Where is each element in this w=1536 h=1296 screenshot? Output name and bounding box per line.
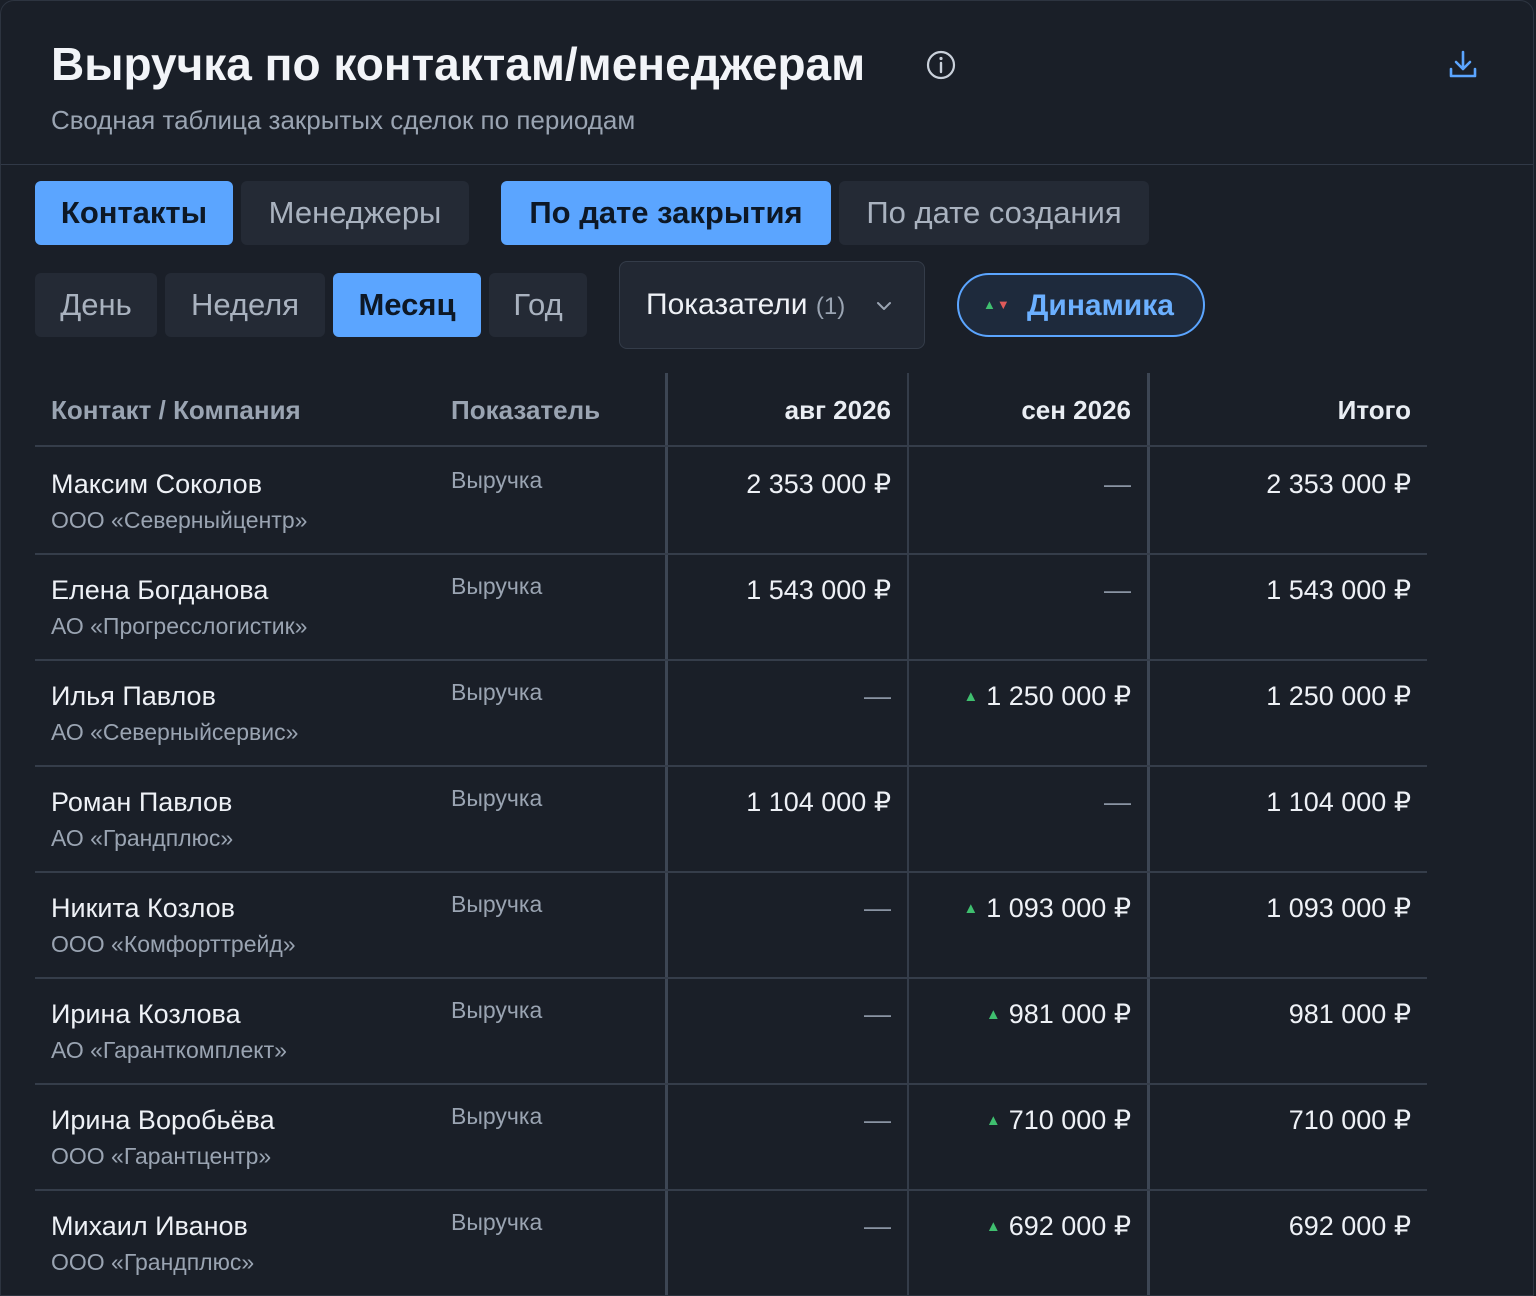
cell-total: 1 104 000 ₽ (1266, 787, 1411, 817)
cell-total: 1 093 000 ₽ (1266, 893, 1411, 923)
cell-aug: — (864, 681, 891, 711)
table-row[interactable]: Ирина Воробьёва ООО «Гарантцентр» Выручка —… (35, 1083, 1427, 1191)
cell-sep: — (1104, 785, 1131, 819)
contact-name: Никита Козлов (51, 893, 235, 923)
contact-name: Максим Соколов (51, 469, 263, 499)
cell-sep-value: 1 093 000 ₽ (986, 893, 1131, 923)
download-icon[interactable] (1445, 47, 1481, 83)
cell-sep-value: 981 000 ₽ (1008, 999, 1131, 1029)
period-year[interactable]: Год (489, 273, 587, 337)
cell-total: 710 000 ₽ (1288, 1105, 1411, 1135)
cell-aug: — (864, 999, 891, 1029)
tab-by-close-date[interactable]: По дате закрытия (501, 181, 831, 245)
metric-name: Выручка (451, 573, 543, 599)
tab-contacts[interactable]: Контакты (35, 181, 233, 245)
trend-up-icon: ▲ (963, 900, 979, 917)
trend-up-icon: ▲ (985, 1112, 1001, 1129)
company-name: АО «Северныйсервис» (51, 719, 299, 745)
metric-name: Выручка (451, 679, 543, 705)
dynamics-toggle[interactable]: ▲▼ Динамика (957, 273, 1205, 337)
trend-up-icon: ▲ (985, 1218, 1001, 1235)
company-name: ООО «Комфорттрейд» (51, 931, 296, 957)
cell-total: 981 000 ₽ (1288, 999, 1411, 1029)
contact-name: Илья Павлов (51, 681, 216, 711)
page-subtitle: Сводная таблица закрытых сделок по перио… (51, 105, 636, 135)
cell-sep: — (1104, 573, 1131, 607)
cell-aug: — (864, 1105, 891, 1135)
contact-name: Ирина Козлова (51, 999, 241, 1029)
cell-sep: ▲ 1 250 000 ₽ (963, 679, 1131, 714)
cell-sep: ▲ 692 000 ₽ (986, 1209, 1131, 1244)
chevron-down-icon (877, 302, 891, 310)
cell-aug: 1 104 000 ₽ (746, 787, 891, 817)
table-row[interactable]: Роман Павлов АО «Грандплюс» Выручка 1 104 0… (35, 765, 1427, 873)
table-row[interactable]: Ирина Козлова АО «Гаранткомплект» Выручка —… (35, 977, 1427, 1085)
period-day[interactable]: День (35, 273, 157, 337)
column-header-contact[interactable]: Контакт / Компания (51, 393, 301, 427)
cell-aug: 1 543 000 ₽ (746, 575, 891, 605)
table-row[interactable]: Елена Богданова АО «Прогресслогистик» Выру… (35, 553, 1427, 661)
metric-name: Выручка (451, 1103, 543, 1129)
metric-name: Выручка (451, 785, 543, 811)
trend-up-icon: ▲ (985, 1006, 1001, 1023)
table-row[interactable]: Максим Соколов ООО «Северныйцентр» Выручка… (35, 447, 1427, 555)
company-name: АО «Прогресслогистик» (51, 613, 308, 639)
contact-name: Елена Богданова (51, 575, 269, 605)
cell-aug: — (864, 893, 891, 923)
revenue-panel: Выручка по контактам/менеджерам Сводная … (0, 0, 1534, 1296)
cell-total: 1 250 000 ₽ (1266, 681, 1411, 711)
cell-sep-value: 1 250 000 ₽ (986, 681, 1131, 711)
metrics-count: (1) (815, 293, 846, 320)
metrics-dropdown[interactable]: Показатели (1) (619, 261, 925, 349)
trend-up-icon: ▲ (963, 688, 979, 705)
cell-total: 1 543 000 ₽ (1266, 575, 1411, 605)
metric-name: Выручка (451, 1209, 543, 1235)
metric-name: Выручка (451, 997, 543, 1023)
metric-name: Выручка (451, 891, 543, 917)
contact-name: Ирина Воробьёва (51, 1105, 275, 1135)
company-name: АО «Грандплюс» (51, 825, 234, 851)
cell-sep: ▲ 1 093 000 ₽ (963, 891, 1131, 926)
table-row[interactable]: Илья Павлов АО «Северныйсервис» Выручка — ▲ 1… (35, 659, 1427, 767)
cell-sep-value: 692 000 ₽ (1008, 1211, 1131, 1241)
cell-sep: — (1104, 467, 1131, 501)
company-name: ООО «Гарантцентр» (51, 1143, 272, 1169)
company-name: ООО «Грандплюс» (51, 1249, 255, 1275)
tab-managers[interactable]: Менеджеры (241, 181, 469, 245)
info-circle-icon[interactable] (925, 49, 957, 81)
cell-total: 692 000 ₽ (1288, 1211, 1411, 1241)
column-header-aug[interactable]: авг 2026 (785, 393, 891, 427)
page-title: Выручка по контактам/менеджерам (51, 38, 866, 90)
table-row[interactable]: Михаил Иванов ООО «Грандплюс» Выручка — ▲ 692… (35, 1189, 1427, 1295)
column-header-total[interactable]: Итого (1338, 393, 1411, 427)
panel-header: Выручка по контактам/менеджерам Сводная … (1, 1, 1533, 165)
dynamics-label: Динамика (1027, 289, 1174, 322)
company-name: ООО «Северныйцентр» (51, 507, 308, 533)
company-name: АО «Гаранткомплект» (51, 1037, 287, 1063)
column-header-sep[interactable]: сен 2026 (1021, 393, 1131, 427)
metric-name: Выручка (451, 467, 543, 493)
period-week[interactable]: Неделя (165, 273, 325, 337)
contact-name: Михаил Иванов (51, 1211, 248, 1241)
metrics-dropdown-label: Показатели (646, 288, 808, 321)
cell-total: 2 353 000 ₽ (1266, 469, 1411, 499)
cell-sep: ▲ 710 000 ₽ (986, 1103, 1131, 1138)
up-down-arrows-icon: ▲▼ (983, 297, 1011, 312)
table-row[interactable]: Никита Козлов ООО «Комфорттрейд» Выручка — ▲… (35, 871, 1427, 979)
period-month[interactable]: Месяц (333, 273, 481, 337)
cell-aug: — (864, 1211, 891, 1241)
tab-by-create-date[interactable]: По дате создания (839, 181, 1149, 245)
cell-sep-value: — (1104, 787, 1131, 817)
cell-aug: 2 353 000 ₽ (746, 469, 891, 499)
cell-sep: ▲ 981 000 ₽ (986, 997, 1131, 1032)
table-header: Контакт / Компания Показатель авг 2026 с… (35, 373, 1427, 447)
cell-sep-value: — (1104, 469, 1131, 499)
cell-sep-value: — (1104, 575, 1131, 605)
contact-name: Роман Павлов (51, 787, 233, 817)
cell-sep-value: 710 000 ₽ (1008, 1105, 1131, 1135)
column-header-metric[interactable]: Показатель (451, 393, 600, 427)
